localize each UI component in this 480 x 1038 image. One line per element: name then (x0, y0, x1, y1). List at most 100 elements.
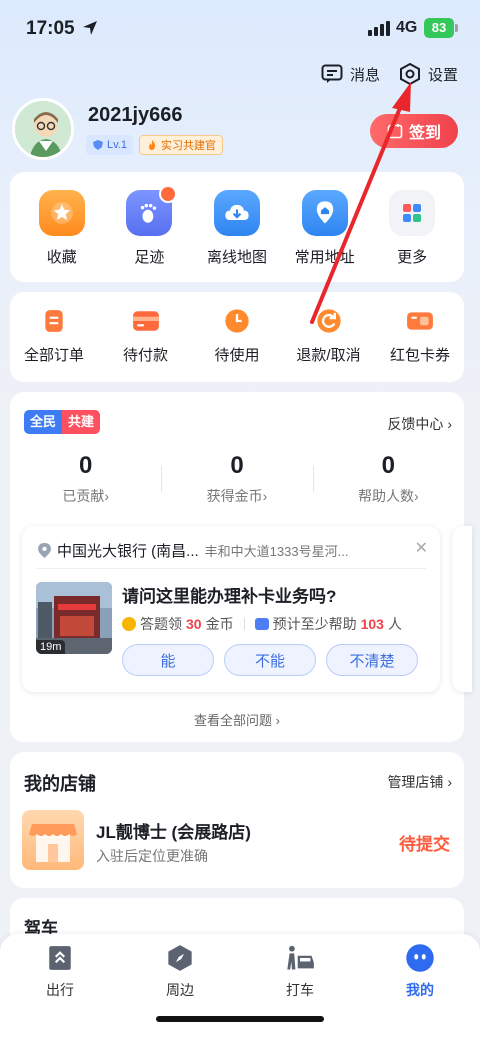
shop-name: JL靓博士 (会展路店) (96, 823, 251, 842)
question-card[interactable]: 中国光大银行 (南昌... 丰和中大道1333号星河... ✕ 19m 请问这里… (22, 526, 440, 692)
location-pin-icon (38, 543, 51, 558)
username: 2021jy666 (88, 104, 183, 126)
tab-travel[interactable]: 出行 (15, 942, 105, 1000)
stat-value: 0 (381, 452, 395, 479)
tab-mine[interactable]: 我的 (375, 942, 465, 1000)
answer-unsure-button[interactable]: 不清楚 (326, 644, 418, 676)
view-all-questions-link[interactable]: 查看全部问题 › (10, 710, 464, 729)
home-pin-icon (301, 190, 348, 236)
shop-section-title: 我的店铺 (24, 774, 96, 794)
reward-prefix: 答题领 (140, 616, 182, 632)
settings-button[interactable]: 设置 (398, 62, 458, 86)
tab-label: 周边 (166, 982, 194, 998)
stat-value: 0 (230, 452, 244, 479)
common-address-label: 常用地址 (294, 249, 355, 266)
settings-label: 设置 (427, 66, 458, 84)
download-cloud-icon (213, 190, 260, 236)
answer-no-button[interactable]: 不能 (224, 644, 316, 676)
stat-helped[interactable]: 0 帮助人数› (312, 452, 464, 506)
answer-yes-button[interactable]: 能 (122, 644, 214, 676)
next-question-card-peek[interactable] (452, 526, 472, 692)
cobuild-stats: 0 已贡献› 0 获得金币› 0 帮助人数› (10, 452, 464, 506)
close-icon[interactable]: ✕ (415, 538, 428, 558)
wallet-icon (131, 306, 161, 336)
clock-icon (222, 306, 252, 336)
footprint-button[interactable]: 足迹 (106, 185, 194, 267)
settings-hexagon-icon (399, 62, 420, 86)
question-title: 请问这里能办理补卡业务吗? (122, 587, 337, 606)
top-actions: 消息 设置 (320, 62, 458, 86)
reward-unit: 金币 (205, 616, 234, 632)
order-list-icon (39, 306, 69, 336)
battery-icon: 83 (424, 18, 458, 38)
cobuild-tag-b: 共建 (62, 410, 101, 434)
cobuild-logo: 全民 共建 (24, 410, 101, 434)
coupon-icon (405, 306, 435, 336)
help-prefix: 预计至少帮助 (272, 616, 357, 632)
signin-label: 签到 (408, 125, 441, 142)
level-text: Lv.1 (107, 139, 127, 151)
shop-subtitle: 入驻后定位更准确 (96, 848, 208, 864)
poi-distance: 19m (36, 640, 66, 654)
role-badge[interactable]: 实习共建官 (138, 135, 223, 155)
level-badge[interactable]: Lv.1 (86, 135, 133, 155)
shop-thumbnail[interactable] (22, 810, 84, 870)
footprint-sync-badge-icon (159, 185, 178, 203)
coupons-button[interactable]: 红包卡券 (376, 306, 464, 365)
divider (36, 568, 426, 569)
stat-label: 获得金币› (206, 488, 268, 504)
quick-access-card: 收藏 足迹 离线地图 常用地址 更多 (10, 172, 464, 282)
shop-status[interactable]: 待提交 (399, 830, 450, 855)
pending-payment-label: 待付款 (122, 347, 168, 364)
tab-nearby[interactable]: 周边 (135, 942, 225, 1000)
my-shop-card: 我的店铺 管理店铺 › JL靓博士 (会展路店) 入驻后定位更准确 待提交 (10, 752, 464, 888)
question-meta: 答题领 30 金币 预计至少帮助 103 人 (122, 614, 402, 634)
tab-label: 我的 (406, 982, 434, 998)
status-time: 17:05 (26, 18, 75, 39)
more-button[interactable]: 更多 (368, 190, 456, 267)
footprint-label: 足迹 (134, 249, 165, 266)
refund-icon (314, 306, 344, 336)
refund-button[interactable]: 退款/取消 (285, 306, 373, 365)
reward-value: 30 (186, 616, 202, 632)
role-text: 实习共建官 (160, 140, 216, 152)
favorites-button[interactable]: 收藏 (18, 190, 106, 267)
offline-map-button[interactable]: 离线地图 (193, 190, 281, 267)
signin-button[interactable]: 签到 (370, 114, 458, 148)
calendar-icon (387, 124, 403, 139)
to-use-button[interactable]: 待使用 (193, 306, 281, 365)
pending-payment-button[interactable]: 待付款 (102, 306, 190, 365)
profile-face-icon (404, 942, 436, 974)
flame-icon (148, 140, 156, 150)
tab-taxi[interactable]: 打车 (255, 942, 345, 1000)
common-address-button[interactable]: 常用地址 (281, 190, 369, 267)
message-icon (321, 64, 343, 83)
avatar[interactable] (12, 98, 74, 160)
question-location: 中国光大银行 (南昌... 丰和中大道1333号星河... (38, 540, 424, 561)
footprint-icon (126, 185, 178, 236)
more-label: 更多 (397, 249, 428, 266)
cobuild-tag-a: 全民 (24, 410, 63, 434)
status-bar: 17:05 4G 83 (0, 0, 480, 56)
question-address: 丰和中大道1333号星河... (204, 544, 349, 559)
stat-contributed[interactable]: 0 已贡献› (10, 452, 161, 506)
compass-icon (164, 942, 196, 974)
help-value: 103 (360, 616, 384, 632)
coupons-label: 红包卡券 (389, 347, 450, 364)
level-shield-icon (93, 140, 103, 150)
all-orders-label: 全部订单 (23, 347, 84, 364)
help-unit: 人 (387, 616, 402, 632)
feedback-center-link[interactable]: 反馈中心 › (387, 414, 452, 434)
question-poi: 中国光大银行 (南昌... (57, 543, 199, 560)
all-orders-button[interactable]: 全部订单 (10, 306, 98, 365)
cobuild-card: 全民 共建 反馈中心 › 0 已贡献› 0 获得金币› 0 帮助人数› 中国光大… (10, 392, 472, 742)
messages-button[interactable]: 消息 (320, 62, 380, 86)
stat-coins[interactable]: 0 获得金币› (161, 452, 312, 506)
manage-shop-link[interactable]: 管理店铺 › (387, 772, 452, 792)
star-icon (38, 190, 85, 236)
messages-label: 消息 (349, 66, 380, 84)
answer-buttons: 能 不能 不清楚 (122, 644, 418, 676)
travel-icon (44, 942, 76, 974)
to-use-label: 待使用 (214, 347, 260, 364)
location-arrow-icon (83, 21, 97, 35)
